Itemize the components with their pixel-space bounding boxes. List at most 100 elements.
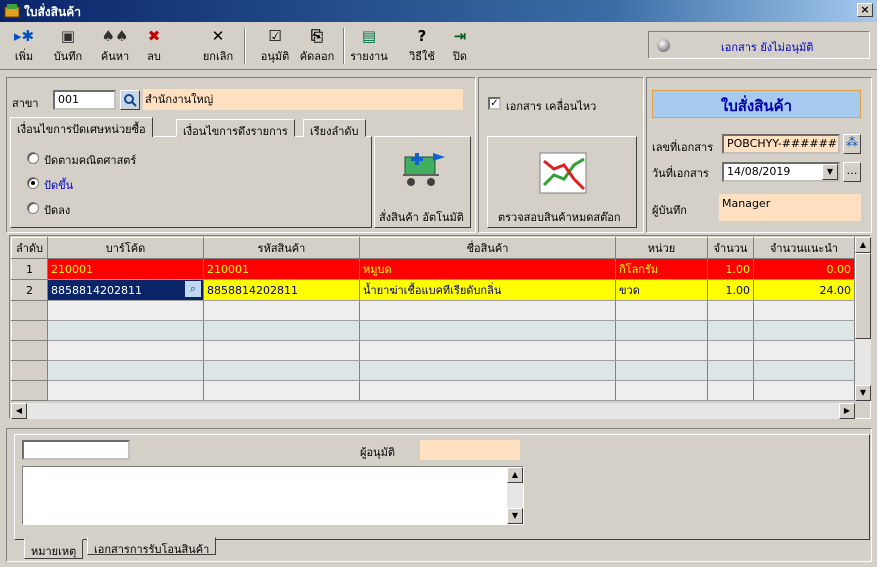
scroll-down-button[interactable]: ▼: [855, 385, 871, 401]
row-number: 1: [11, 258, 48, 280]
row-number: 2: [11, 279, 48, 301]
doc-no-label: เลขที่เอกสาร: [652, 141, 714, 154]
tab-sorting[interactable]: เรียงลำดับ: [303, 119, 366, 138]
barcode-lookup-icon[interactable]: ⌕: [185, 281, 201, 297]
radio-round-down[interactable]: [27, 202, 39, 214]
arrow-down-icon: ▼: [511, 511, 519, 520]
empty-row[interactable]: [11, 320, 855, 341]
grid-header-row: ลำดับ บาร์โค้ด รหัสสินค้า ชื่อสินค้า หน่…: [11, 237, 855, 259]
notes-textarea[interactable]: [22, 466, 524, 525]
approval-status-text: เอกสาร ยังไม่อนุมัติ: [721, 41, 814, 54]
window-title: ใบสั่งสินค้า: [24, 5, 81, 19]
approve-button[interactable]: ☑ อนุมัติ: [255, 25, 295, 67]
col-header-unit[interactable]: หน่วย: [615, 237, 708, 259]
barcode-cell[interactable]: 8858814202811 ⌕: [47, 279, 204, 301]
notes-code-input[interactable]: [22, 440, 130, 460]
add-button[interactable]: ▸✱ เพิ่ม: [4, 25, 44, 67]
items-table: ลำดับ บาร์โค้ด รหัสสินค้า ชื่อสินค้า หน่…: [11, 237, 855, 401]
name-cell[interactable]: น้ำยาฆ่าเชื้อแบคทีเรียดับกลิ่น: [359, 279, 616, 301]
tab-notes[interactable]: หมายเหตุ: [24, 539, 84, 559]
unit-cell[interactable]: กิโลกรัม: [615, 258, 708, 280]
report-icon: ▤: [361, 27, 377, 45]
col-header-no[interactable]: ลำดับ: [11, 237, 48, 259]
suggest-cell[interactable]: 0.00: [753, 258, 855, 280]
approval-status-panel: เอกสาร ยังไม่อนุมัติ: [648, 31, 870, 59]
sparkle-icon: ⁂: [846, 135, 858, 149]
scroll-left-button[interactable]: ◀: [11, 403, 27, 419]
radio-round-up[interactable]: [27, 177, 39, 189]
exit-button[interactable]: ⇥ ปิด: [440, 25, 480, 67]
app-icon: [4, 3, 20, 19]
tab-item-retrieval[interactable]: เงื่อนไขการดึงรายการ: [176, 119, 295, 138]
binoculars-icon: ♠♠: [101, 27, 129, 45]
empty-row[interactable]: [11, 340, 855, 361]
branch-name-field: สำนักงานใหญ่: [143, 89, 463, 110]
doc-date-label: วันที่เอกสาร: [652, 167, 709, 180]
search-button[interactable]: ♠♠ ค้นหา: [95, 25, 135, 67]
table-row[interactable]: 2 8858814202811 ⌕ 8858814202811 น้ำยาฆ่าเ…: [11, 279, 855, 301]
code-cell[interactable]: 8858814202811: [203, 279, 360, 301]
empty-row[interactable]: [11, 360, 855, 381]
branch-code-input[interactable]: 001: [53, 90, 116, 110]
copy-button[interactable]: ⎘ คัดลอก: [297, 25, 337, 67]
grid-horizontal-scrollbar[interactable]: ◀ ▶: [11, 403, 855, 419]
name-cell[interactable]: หมูบด: [359, 258, 616, 280]
grid-vertical-scrollbar[interactable]: ▲ ▼: [855, 237, 871, 401]
doc-no-generate-button[interactable]: ⁂: [843, 134, 861, 154]
col-header-code[interactable]: รหัสสินค้า: [203, 237, 360, 259]
auto-order-button[interactable]: สั่งสินค้า อัตโนมัติ: [374, 136, 471, 228]
moving-doc-label: เอกสาร เคลื่อนไหว: [506, 100, 597, 113]
notes-scroll-down-button[interactable]: ▼: [507, 508, 523, 524]
radio-round-math[interactable]: [27, 152, 39, 164]
stock-check-button[interactable]: ตรวจสอบสินค้าหมดสต๊อก: [487, 136, 637, 228]
auto-order-label: สั่งสินค้า อัตโนมัติ: [379, 211, 464, 224]
date-picker-button[interactable]: …: [843, 162, 861, 182]
code-cell[interactable]: 210001: [203, 258, 360, 280]
stock-chart-icon: [539, 152, 587, 194]
branch-search-button[interactable]: [120, 90, 140, 110]
unit-cell[interactable]: ขวด: [615, 279, 708, 301]
col-header-qty[interactable]: จำนวน: [707, 237, 754, 259]
scroll-right-button[interactable]: ▶: [839, 403, 855, 419]
tab-transfer-docs[interactable]: เอกสารการรับโอนสินค้า: [87, 537, 217, 556]
col-header-name[interactable]: ชื่อสินค้า: [359, 237, 616, 259]
save-button[interactable]: ▣ บันทึก: [48, 25, 88, 67]
arrow-left-icon: ◀: [15, 406, 23, 415]
qty-cell[interactable]: 1.00: [707, 279, 754, 301]
cancel-button[interactable]: ✕ ยกเลิก: [198, 25, 238, 67]
cart-icon: [403, 153, 445, 186]
toolbar-separator: [244, 28, 246, 64]
suggest-cell[interactable]: 24.00: [753, 279, 855, 301]
arrow-up-icon: ▲: [859, 240, 867, 249]
exit-icon: ⇥: [453, 27, 467, 45]
tab-rounding[interactable]: เงื่อนไขการปัดเศษหน่วยซื้อ: [10, 117, 153, 137]
date-dropdown-button[interactable]: ▼: [822, 164, 838, 180]
status-light-icon: [657, 39, 670, 52]
toolbar-separator: [343, 28, 345, 64]
doc-no-input[interactable]: POBCHYY-######: [722, 134, 840, 154]
delete-button[interactable]: ✖ ลบ: [134, 25, 174, 67]
notes-scroll-up-button[interactable]: ▲: [507, 467, 523, 483]
help-button[interactable]: ? วิธีใช้: [402, 25, 442, 67]
qty-cell[interactable]: 1.00: [707, 258, 754, 280]
recorder-field: Manager: [719, 194, 861, 221]
notes-scrollbar[interactable]: ▲ ▼: [507, 467, 523, 524]
col-header-barcode[interactable]: บาร์โค้ด: [47, 237, 204, 259]
report-button[interactable]: ▤ รายงาน: [349, 25, 389, 67]
copy-icon: ⎘: [310, 27, 323, 45]
moving-doc-checkbox[interactable]: ✓: [488, 97, 501, 110]
approver-field: [420, 440, 520, 460]
col-header-suggest[interactable]: จำนวนแนะนำ: [753, 237, 855, 259]
arrow-down-icon: ▼: [859, 388, 867, 397]
document-title-banner: ใบสั่งสินค้า: [652, 90, 861, 118]
arrow-up-icon: ▲: [511, 470, 519, 479]
close-button[interactable]: ×: [857, 3, 873, 17]
scroll-thumb[interactable]: [855, 253, 871, 339]
scroll-up-button[interactable]: ▲: [855, 237, 871, 253]
empty-row[interactable]: [11, 300, 855, 321]
barcode-cell[interactable]: 210001: [47, 258, 204, 280]
table-row[interactable]: 1 210001 210001 หมูบด กิโลกรัม 1.00 0.00: [11, 258, 855, 280]
branch-label: สาขา: [12, 97, 39, 110]
cancel-icon: ✕: [211, 27, 225, 45]
empty-row[interactable]: [11, 380, 855, 401]
